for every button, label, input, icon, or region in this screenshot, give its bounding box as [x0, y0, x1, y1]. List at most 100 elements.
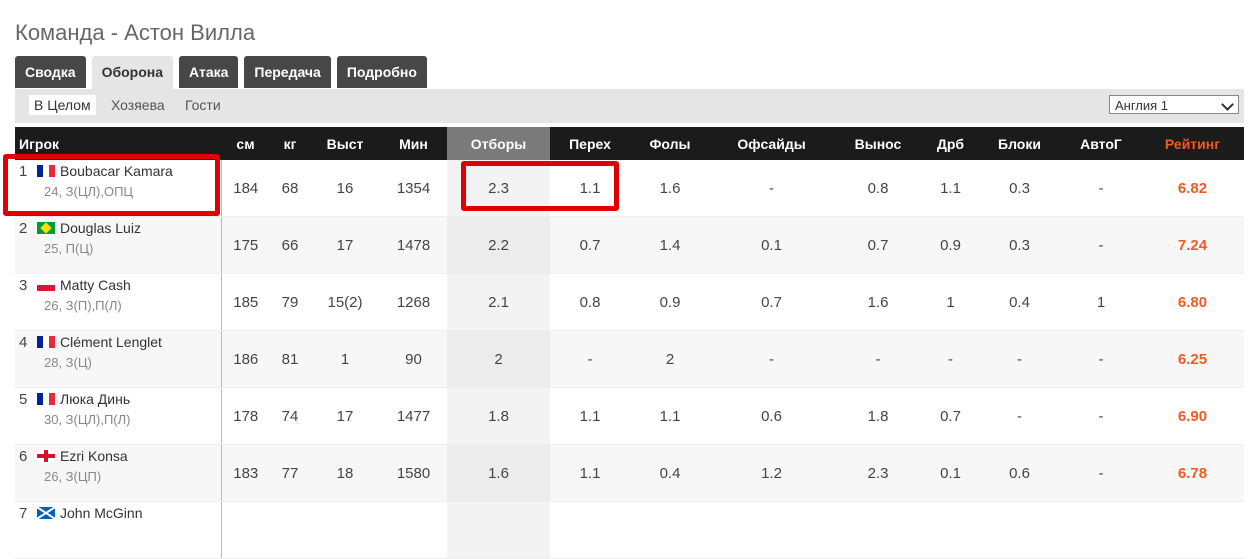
clearances-cell: 1.8 [833, 387, 923, 445]
fouls-cell [630, 501, 710, 559]
col-header-rating[interactable]: Рейтинг [1141, 127, 1244, 160]
player-info: 26, З(П),П(Л) [44, 298, 122, 313]
league-select-value: Англия 1 [1115, 98, 1169, 113]
own-goals-cell: - [1061, 216, 1141, 274]
col-header-clearances[interactable]: Вынос [833, 127, 923, 160]
own-goals-cell [1061, 501, 1141, 559]
clearances-cell: 1.6 [833, 273, 923, 331]
chevron-down-icon [1221, 98, 1234, 111]
col-header-mins[interactable]: Мин [380, 127, 447, 160]
col-header-interceptions[interactable]: Перех [550, 127, 630, 160]
offsides-cell: - [710, 160, 833, 217]
rating-cell: 6.25 [1141, 330, 1244, 388]
player-name-link[interactable]: Ezri Konsa [60, 448, 128, 464]
clearances-cell [833, 501, 923, 559]
blocks-cell: 0.3 [978, 216, 1061, 274]
height-cell [221, 501, 270, 559]
player-name-link[interactable]: Люка Динь [60, 391, 130, 407]
dribbled-cell: 0.1 [923, 444, 978, 502]
blocks-cell: - [978, 330, 1061, 388]
offsides-cell: - [710, 330, 833, 388]
player-name-link[interactable]: Douglas Luiz [60, 220, 141, 236]
fouls-cell: 0.9 [630, 273, 710, 331]
league-select[interactable]: Англия 1 [1109, 95, 1239, 114]
tab-summary[interactable]: Сводка [15, 56, 86, 88]
mins-cell: 90 [380, 330, 447, 388]
interceptions-cell [550, 501, 630, 559]
player-cell: 7 John McGinn [15, 501, 222, 559]
rating-cell: 6.90 [1141, 387, 1244, 445]
dribbled-cell: 0.9 [923, 216, 978, 274]
interceptions-cell: 0.7 [550, 216, 630, 274]
col-header-offsides[interactable]: Офсайды [710, 127, 833, 160]
clearances-cell: - [833, 330, 923, 388]
scotland-flag-icon [37, 507, 55, 519]
height-cell: 183 [221, 444, 270, 502]
apps-cell: 17 [310, 216, 380, 274]
filter-away[interactable]: Гости [180, 95, 226, 115]
own-goals-cell: - [1061, 387, 1141, 445]
tab-attack[interactable]: Атака [179, 56, 239, 88]
col-header-own-goals[interactable]: АвтоГ [1061, 127, 1141, 160]
dribbled-cell: 1 [923, 273, 978, 331]
fouls-cell: 1.4 [630, 216, 710, 274]
table-row: 5 Люка Динь 30, З(ЦЛ),П(Л) 178 74 17 1477… [15, 387, 1244, 445]
tackles-cell: 2 [447, 330, 550, 388]
blocks-cell: 0.4 [978, 273, 1061, 331]
filter-overall[interactable]: В Целом [29, 95, 96, 115]
player-cell: 2 Douglas Luiz 25, П(Ц) [15, 216, 222, 274]
col-header-blocks[interactable]: Блоки [978, 127, 1061, 160]
player-cell: 4 Clément Lenglet 28, З(Ц) [15, 330, 222, 388]
filter-bar: В Целом Хозяева Гости Англия 1 [15, 89, 1244, 123]
col-header-height[interactable]: см [221, 127, 270, 160]
dribbled-cell: - [923, 330, 978, 388]
brazil-flag-icon [37, 222, 55, 234]
player-info: 30, З(ЦЛ),П(Л) [44, 412, 131, 427]
own-goals-cell: - [1061, 444, 1141, 502]
filter-home[interactable]: Хозяева [106, 95, 170, 115]
blocks-cell [978, 501, 1061, 559]
table-row: 7 John McGinn [15, 501, 1244, 559]
poland-flag-icon [37, 279, 55, 291]
rating-cell: 6.80 [1141, 273, 1244, 331]
tab-detailed[interactable]: Подробно [336, 56, 427, 88]
player-name-link[interactable]: Matty Cash [60, 277, 131, 293]
tab-defense[interactable]: Оборона [91, 56, 174, 90]
player-cell: 6 Ezri Konsa 26, З(ЦП) [15, 444, 222, 502]
col-header-apps[interactable]: Выст [310, 127, 380, 160]
offsides-cell: 1.2 [710, 444, 833, 502]
weight-cell: 74 [270, 387, 310, 445]
player-name-link[interactable]: Clément Lenglet [60, 334, 162, 350]
player-info: 28, З(Ц) [44, 355, 92, 370]
dribbled-cell: 0.7 [923, 387, 978, 445]
own-goals-cell: - [1061, 160, 1141, 217]
height-cell: 178 [221, 387, 270, 445]
col-header-dribbled[interactable]: Дрб [923, 127, 978, 160]
col-header-weight[interactable]: кг [270, 127, 310, 160]
weight-cell: 81 [270, 330, 310, 388]
tackles-cell: 1.6 [447, 444, 550, 502]
player-rank: 6 [19, 448, 28, 465]
apps-cell: 1 [310, 330, 380, 388]
tab-bar: Сводка Оборона Атака Передача Подробно [15, 56, 427, 90]
player-cell: 3 Matty Cash 26, З(П),П(Л) [15, 273, 222, 331]
height-cell: 175 [221, 216, 270, 274]
tab-passing[interactable]: Передача [244, 56, 331, 88]
player-rank: 2 [19, 220, 28, 237]
fouls-cell: 1.6 [630, 160, 710, 217]
offsides-cell: 0.6 [710, 387, 833, 445]
offsides-cell: 0.1 [710, 216, 833, 274]
apps-cell [310, 501, 380, 559]
england-flag-icon [37, 450, 55, 462]
apps-cell: 16 [310, 160, 380, 217]
table-row: 4 Clément Lenglet 28, З(Ц) 186 81 1 90 2 … [15, 330, 1244, 388]
col-header-tackles[interactable]: Отборы [447, 127, 550, 160]
tackles-cell: 1.8 [447, 387, 550, 445]
dribbled-cell: 1.1 [923, 160, 978, 217]
col-header-fouls[interactable]: Фолы [630, 127, 710, 160]
interceptions-cell: 0.8 [550, 273, 630, 331]
player-cell: 5 Люка Динь 30, З(ЦЛ),П(Л) [15, 387, 222, 445]
player-name-link[interactable]: John McGinn [60, 505, 142, 521]
page-title: Команда - Астон Вилла [15, 20, 256, 45]
offsides-cell: 0.7 [710, 273, 833, 331]
